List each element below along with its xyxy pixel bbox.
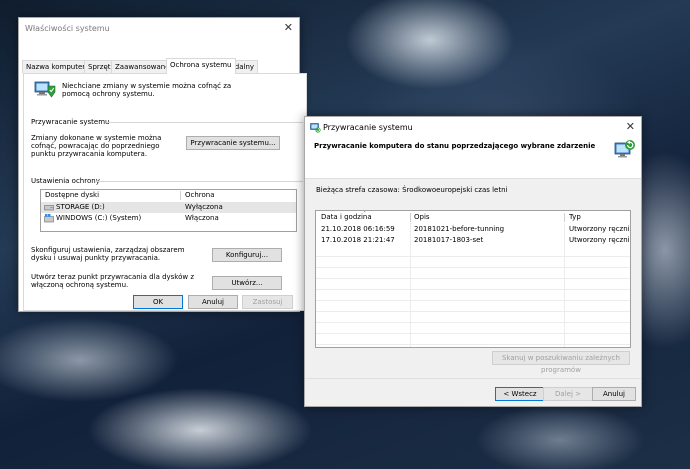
footer-divider xyxy=(305,378,641,379)
drive-icon xyxy=(44,205,54,211)
tab-nazwa-komputera[interactable]: Nazwa komputera xyxy=(22,60,94,73)
scan-affected-programs-button[interactable]: Skanuj w poszukiwaniu zależnych programó… xyxy=(492,351,630,374)
restore-point-date: 21.10.2018 06:16:59 xyxy=(321,225,395,233)
drive-protection-status: Włączona xyxy=(185,214,219,222)
title-bar[interactable]: Właściwości systemu ✕ xyxy=(19,18,299,39)
system-properties-window: Właściwości systemu ✕ Nazwa komputera Sp… xyxy=(18,17,307,312)
window-title: Przywracanie systemu xyxy=(323,123,413,132)
back-button[interactable]: < Wstecz xyxy=(495,387,545,401)
column-separator xyxy=(410,213,411,222)
column-header-type[interactable]: Typ xyxy=(569,212,581,223)
sort-arrow-icon: ˄ xyxy=(363,211,366,218)
protection-section-label: Ustawienia ochrony xyxy=(31,177,100,185)
wizard-body: Bieżąca strefa czasowa: Środkowoeuropejs… xyxy=(305,178,641,406)
restore-point-row[interactable]: 17.10.2018 21:21:47 20181017-1803-set Ut… xyxy=(316,235,630,246)
restore-points-header: Data i godzina ˄ Opis Typ xyxy=(316,211,630,223)
create-description: Utwórz teraz punkt przywracania dla dysk… xyxy=(31,273,195,289)
timezone-label: Bieżąca strefa czasowa: Środkowoeuropejs… xyxy=(316,186,508,194)
list-gridlines xyxy=(316,246,630,347)
drive-name: STORAGE (D:) xyxy=(56,203,105,211)
create-button[interactable]: Utwórz... xyxy=(212,276,282,290)
column-header-description[interactable]: Opis xyxy=(414,212,430,223)
cancel-button[interactable]: Anuluj xyxy=(188,295,238,309)
restore-description: Zmiany dokonane w systemie można cofnąć,… xyxy=(31,134,162,158)
close-icon[interactable]: ✕ xyxy=(284,22,293,33)
column-gridline xyxy=(564,223,565,347)
restore-point-description: 20181021-before-tunning xyxy=(414,225,505,233)
restore-point-row[interactable]: 21.10.2018 06:16:59 20181021-before-tunn… xyxy=(316,224,630,235)
column-separator xyxy=(180,191,181,200)
drive-protection-status: Wyłączona xyxy=(185,203,223,211)
restore-points-list[interactable]: Data i godzina ˄ Opis Typ 21.10.2018 06:… xyxy=(315,210,631,348)
window-title: Właściwości systemu xyxy=(25,24,110,33)
section-divider xyxy=(96,181,303,182)
restore-point-description: 20181017-1803-set xyxy=(414,236,484,244)
close-icon[interactable]: ✕ xyxy=(626,121,635,132)
tab-sprzet[interactable]: Sprzęt xyxy=(84,60,115,73)
apply-button[interactable]: Zastosuj xyxy=(242,295,293,309)
drive-name: WINDOWS (C:) (System) xyxy=(56,214,142,222)
restore-point-date: 17.10.2018 21:21:47 xyxy=(321,236,395,244)
title-bar[interactable]: Przywracanie systemu ✕ xyxy=(305,117,641,138)
column-separator xyxy=(564,213,565,222)
system-protection-icon xyxy=(34,81,56,98)
restore-point-type: Utworzony ręcznie xyxy=(569,225,631,233)
ok-button[interactable]: OK xyxy=(133,295,183,309)
restore-point-type: Utworzony ręcznie xyxy=(569,236,631,244)
drives-list-header: Dostępne dyski Ochrona xyxy=(41,190,296,201)
drive-row-storage[interactable]: STORAGE (D:) Wyłączona xyxy=(41,202,296,213)
system-restore-window: Przywracanie systemu ✕ Przywracanie komp… xyxy=(304,116,642,407)
column-header-drives[interactable]: Dostępne dyski xyxy=(45,190,99,201)
restore-wizard-icon xyxy=(614,140,635,158)
configure-description: Skonfiguruj ustawienia, zarządzaj obszar… xyxy=(31,246,185,262)
restore-section-label: Przywracanie systemu xyxy=(31,118,110,126)
next-button[interactable]: Dalej > xyxy=(543,387,593,401)
windows-drive-icon xyxy=(44,214,54,223)
drive-row-windows[interactable]: WINDOWS (C:) (System) Włączona xyxy=(41,213,296,224)
system-restore-button[interactable]: Przywracanie systemu... xyxy=(186,136,280,150)
tab-zaawansowane[interactable]: Zaawansowane xyxy=(111,60,174,73)
section-divider xyxy=(106,122,303,123)
header-text: Przywracanie komputera do stanu poprzedz… xyxy=(314,142,596,150)
cancel-button[interactable]: Anuluj xyxy=(592,387,636,401)
column-gridline xyxy=(410,223,411,347)
system-restore-icon xyxy=(310,123,321,133)
intro-text: Niechciane zmiany w systemie można cofną… xyxy=(62,82,232,98)
configure-button[interactable]: Konfiguruj... xyxy=(212,248,282,262)
tab-ochrona-systemu[interactable]: Ochrona systemu xyxy=(166,58,236,74)
drives-list[interactable]: Dostępne dyski Ochrona STORAGE (D:) Wyłą… xyxy=(40,189,297,232)
column-header-protection[interactable]: Ochrona xyxy=(185,190,215,201)
tab-panel: Niechciane zmiany w systemie można cofną… xyxy=(23,73,307,311)
